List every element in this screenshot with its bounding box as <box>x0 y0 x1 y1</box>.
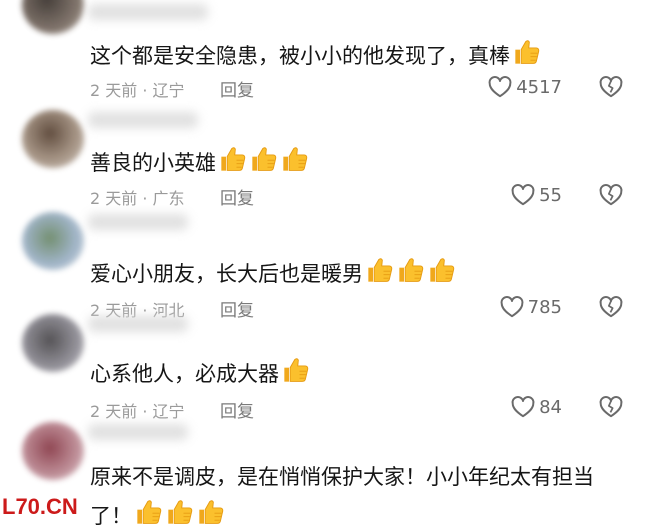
comment-item: 原来不是调皮，是在悄悄保护大家！小小年纪太有担当 了！ <box>0 420 650 530</box>
comment-item: 爱心小朋友，长大后也是暖男 2 天前 · 河北 回复 785 <box>0 212 650 327</box>
comment-text-content: 这个都是安全隐患，被小小的他发现了，真棒 <box>90 44 510 68</box>
comment-text-content: 善良的小英雄 <box>90 151 216 175</box>
thumbs-up-emoji <box>397 256 425 284</box>
reply-button[interactable]: 回复 <box>220 76 254 101</box>
like-count: 4517 <box>516 76 562 98</box>
thumbs-up-emoji <box>281 145 309 173</box>
thumbs-up-emoji <box>219 145 247 173</box>
username-blurred[interactable] <box>88 214 188 230</box>
heart-outline-icon <box>510 394 536 420</box>
avatar[interactable] <box>22 212 84 270</box>
broken-heart-icon[interactable] <box>598 394 624 420</box>
comment-text-line2: 了！ <box>90 498 225 531</box>
thumbs-up-emoji <box>250 145 278 173</box>
thumbs-up-emoji <box>513 38 541 66</box>
avatar[interactable] <box>22 314 84 372</box>
username-blurred[interactable] <box>88 112 198 128</box>
watermark: L70.CN <box>2 494 78 519</box>
heart-outline-icon <box>487 74 513 100</box>
reply-button[interactable]: 回复 <box>220 397 254 422</box>
comment-text: 原来不是调皮，是在悄悄保护大家！小小年纪太有担当 <box>90 462 594 492</box>
like-button[interactable]: 4517 <box>487 74 562 100</box>
thumbs-up-emoji <box>428 256 456 284</box>
avatar[interactable] <box>22 422 84 480</box>
avatar[interactable] <box>22 110 84 168</box>
like-button[interactable]: 84 <box>510 394 562 420</box>
heart-outline-icon <box>510 182 536 208</box>
comment-meta: 2 天前 · 辽宁 <box>90 402 185 421</box>
broken-heart-icon[interactable] <box>598 182 624 208</box>
comment-item: 心系他人，必成大器 2 天前 · 辽宁 回复 84 <box>0 314 650 424</box>
broken-heart-icon[interactable] <box>598 74 624 100</box>
comment-item: 这个都是安全隐患，被小小的他发现了，真棒 2 天前 · 辽宁 回复 4517 <box>0 0 650 110</box>
avatar[interactable] <box>22 0 84 34</box>
username-blurred[interactable] <box>88 316 188 332</box>
comment-text-content: 了！ <box>90 504 132 528</box>
thumbs-up-emoji <box>282 356 310 384</box>
like-button[interactable]: 55 <box>510 182 562 208</box>
comment-item: 善良的小英雄 2 天前 · 广东 回复 55 <box>0 110 650 220</box>
comment-text-content: 原来不是调皮，是在悄悄保护大家！小小年纪太有担当 <box>90 465 594 489</box>
comment-meta: 2 天前 · 辽宁 <box>90 81 185 100</box>
like-count: 55 <box>539 184 562 206</box>
comment-text-content: 心系他人，必成大器 <box>90 362 279 386</box>
comment-text: 善良的小英雄 <box>90 145 309 178</box>
comment-meta: 2 天前 · 广东 <box>90 189 185 208</box>
thumbs-up-emoji <box>366 256 394 284</box>
comment-text-content: 爱心小朋友，长大后也是暖男 <box>90 262 363 286</box>
thumbs-up-emoji <box>197 498 225 526</box>
comment-text: 心系他人，必成大器 <box>90 356 310 389</box>
thumbs-up-emoji <box>166 498 194 526</box>
username-blurred[interactable] <box>88 4 208 20</box>
reply-button[interactable]: 回复 <box>220 184 254 209</box>
comment-text: 爱心小朋友，长大后也是暖男 <box>90 256 456 289</box>
username-blurred[interactable] <box>88 424 188 440</box>
comment-text: 这个都是安全隐患，被小小的他发现了，真棒 <box>90 38 541 71</box>
like-count: 84 <box>539 396 562 418</box>
thumbs-up-emoji <box>135 498 163 526</box>
